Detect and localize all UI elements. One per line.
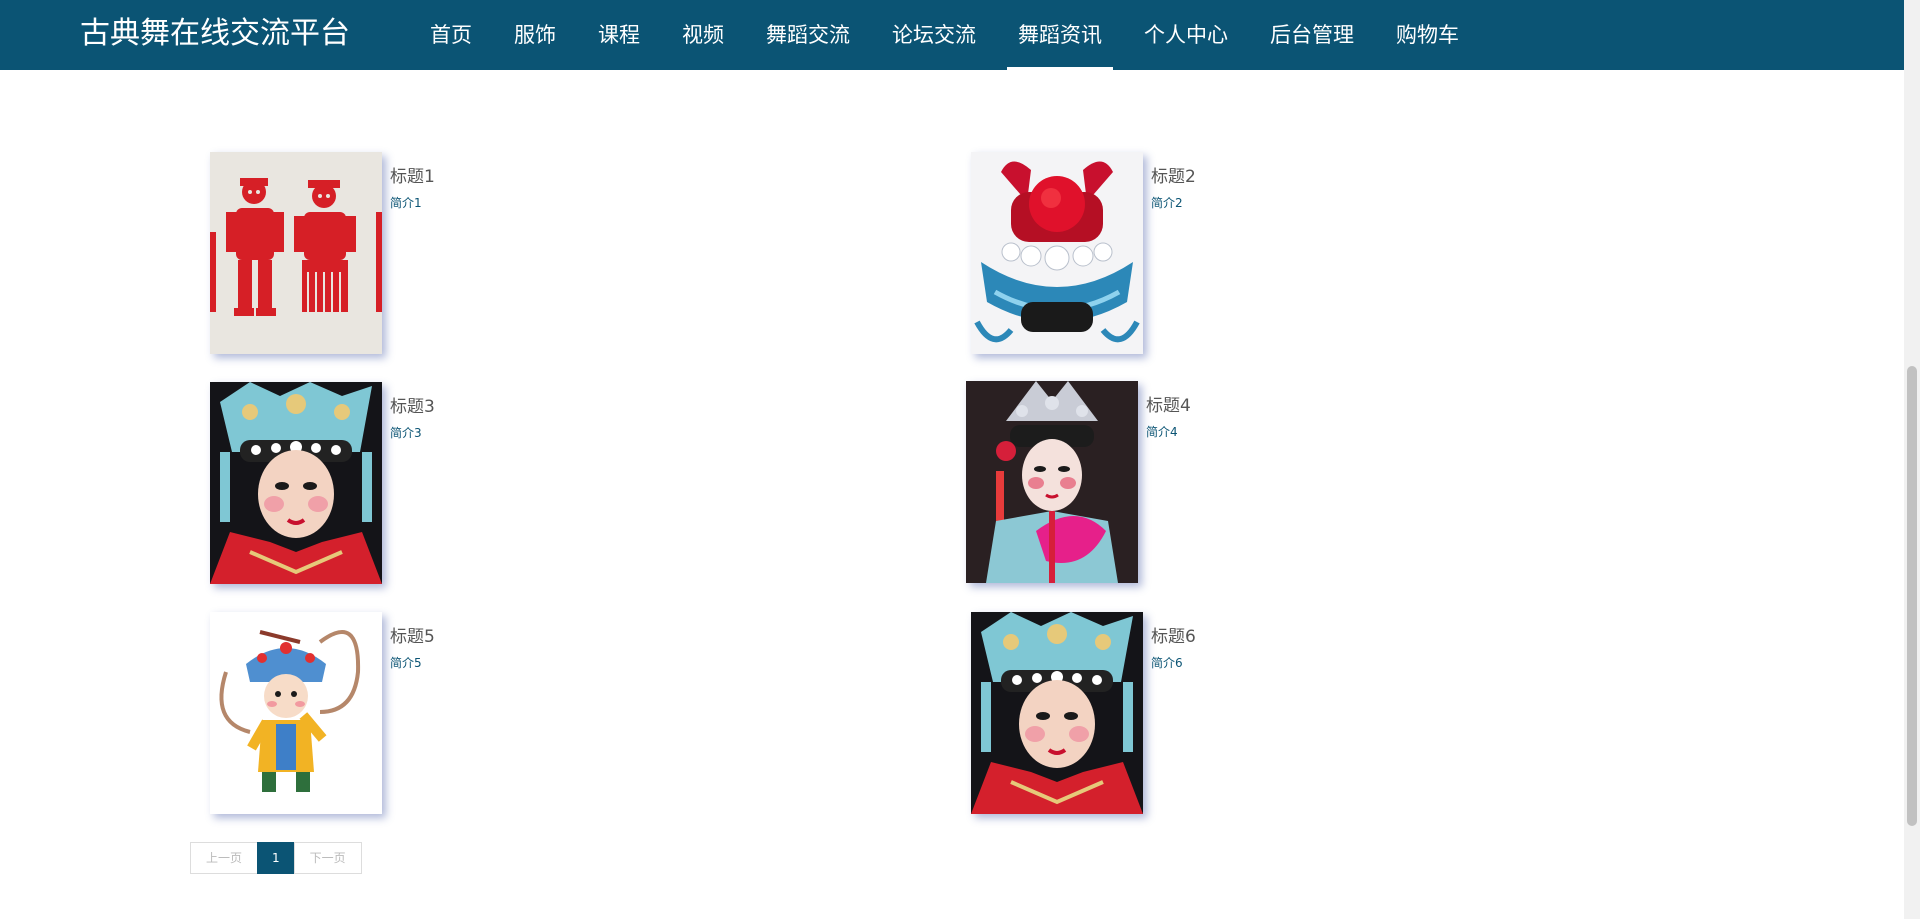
nav-item-costume[interactable]: 服饰 (503, 0, 567, 70)
opera-performer-image (971, 612, 1143, 814)
opera-performer-image (210, 382, 382, 584)
news-card[interactable]: 标题2 简介2 (971, 152, 1411, 358)
news-description: 简介2 (1151, 196, 1183, 210)
nav-item-cart[interactable]: 购物车 (1385, 0, 1470, 70)
news-card[interactable]: 标题3 简介3 (210, 382, 650, 588)
pagination: 上一页 1 下一页 (190, 842, 362, 874)
nav-item-home[interactable]: 首页 (419, 0, 483, 70)
news-card[interactable]: 标题4 简介4 (966, 381, 1406, 587)
news-thumbnail[interactable] (210, 152, 382, 354)
nav-item-forum[interactable]: 论坛交流 (881, 0, 987, 70)
news-description: 简介5 (390, 656, 422, 670)
news-title[interactable]: 标题2 (1151, 162, 1196, 187)
news-description: 简介4 (1146, 425, 1178, 439)
top-navbar: 古典舞在线交流平台 首页 服饰 课程 视频 舞蹈交流 论坛交流 舞蹈资讯 个人中… (0, 0, 1904, 70)
next-page-button[interactable]: 下一页 (293, 842, 362, 874)
opera-performer-fan-image (966, 381, 1138, 583)
news-thumbnail[interactable] (966, 381, 1138, 583)
vertical-scrollbar[interactable] (1904, 0, 1920, 919)
nav-item-videos[interactable]: 视频 (671, 0, 735, 70)
news-description: 简介1 (390, 196, 422, 210)
prev-page-button[interactable]: 上一页 (190, 842, 259, 874)
headdress-image (971, 152, 1143, 354)
nav-item-dance-news[interactable]: 舞蹈资讯 (1007, 0, 1113, 70)
news-thumbnail[interactable] (210, 382, 382, 584)
news-card[interactable]: 标题5 简介5 (210, 612, 650, 818)
news-card[interactable]: 标题1 简介1 (210, 152, 650, 358)
cartoon-opera-image (210, 612, 382, 814)
scrollbar-thumb[interactable] (1907, 366, 1917, 826)
site-title[interactable]: 古典舞在线交流平台 (80, 14, 350, 54)
nav-item-courses[interactable]: 课程 (587, 0, 651, 70)
news-title[interactable]: 标题3 (390, 392, 435, 417)
nav-item-dance-exchange[interactable]: 舞蹈交流 (755, 0, 861, 70)
news-description: 简介3 (390, 426, 422, 440)
page-number-button[interactable]: 1 (257, 842, 295, 874)
paper-cut-image (210, 152, 382, 354)
news-title[interactable]: 标题1 (390, 162, 435, 187)
nav-item-admin[interactable]: 后台管理 (1259, 0, 1365, 70)
news-description: 简介6 (1151, 656, 1183, 670)
news-thumbnail[interactable] (210, 612, 382, 814)
news-title[interactable]: 标题4 (1146, 391, 1191, 416)
news-thumbnail[interactable] (971, 152, 1143, 354)
main-nav: 首页 服饰 课程 视频 舞蹈交流 论坛交流 舞蹈资讯 个人中心 后台管理 购物车 (419, 0, 1470, 70)
news-card[interactable]: 标题6 简介6 (971, 612, 1411, 818)
news-thumbnail[interactable] (971, 612, 1143, 814)
nav-item-profile[interactable]: 个人中心 (1133, 0, 1239, 70)
news-title[interactable]: 标题6 (1151, 622, 1196, 647)
news-title[interactable]: 标题5 (390, 622, 435, 647)
